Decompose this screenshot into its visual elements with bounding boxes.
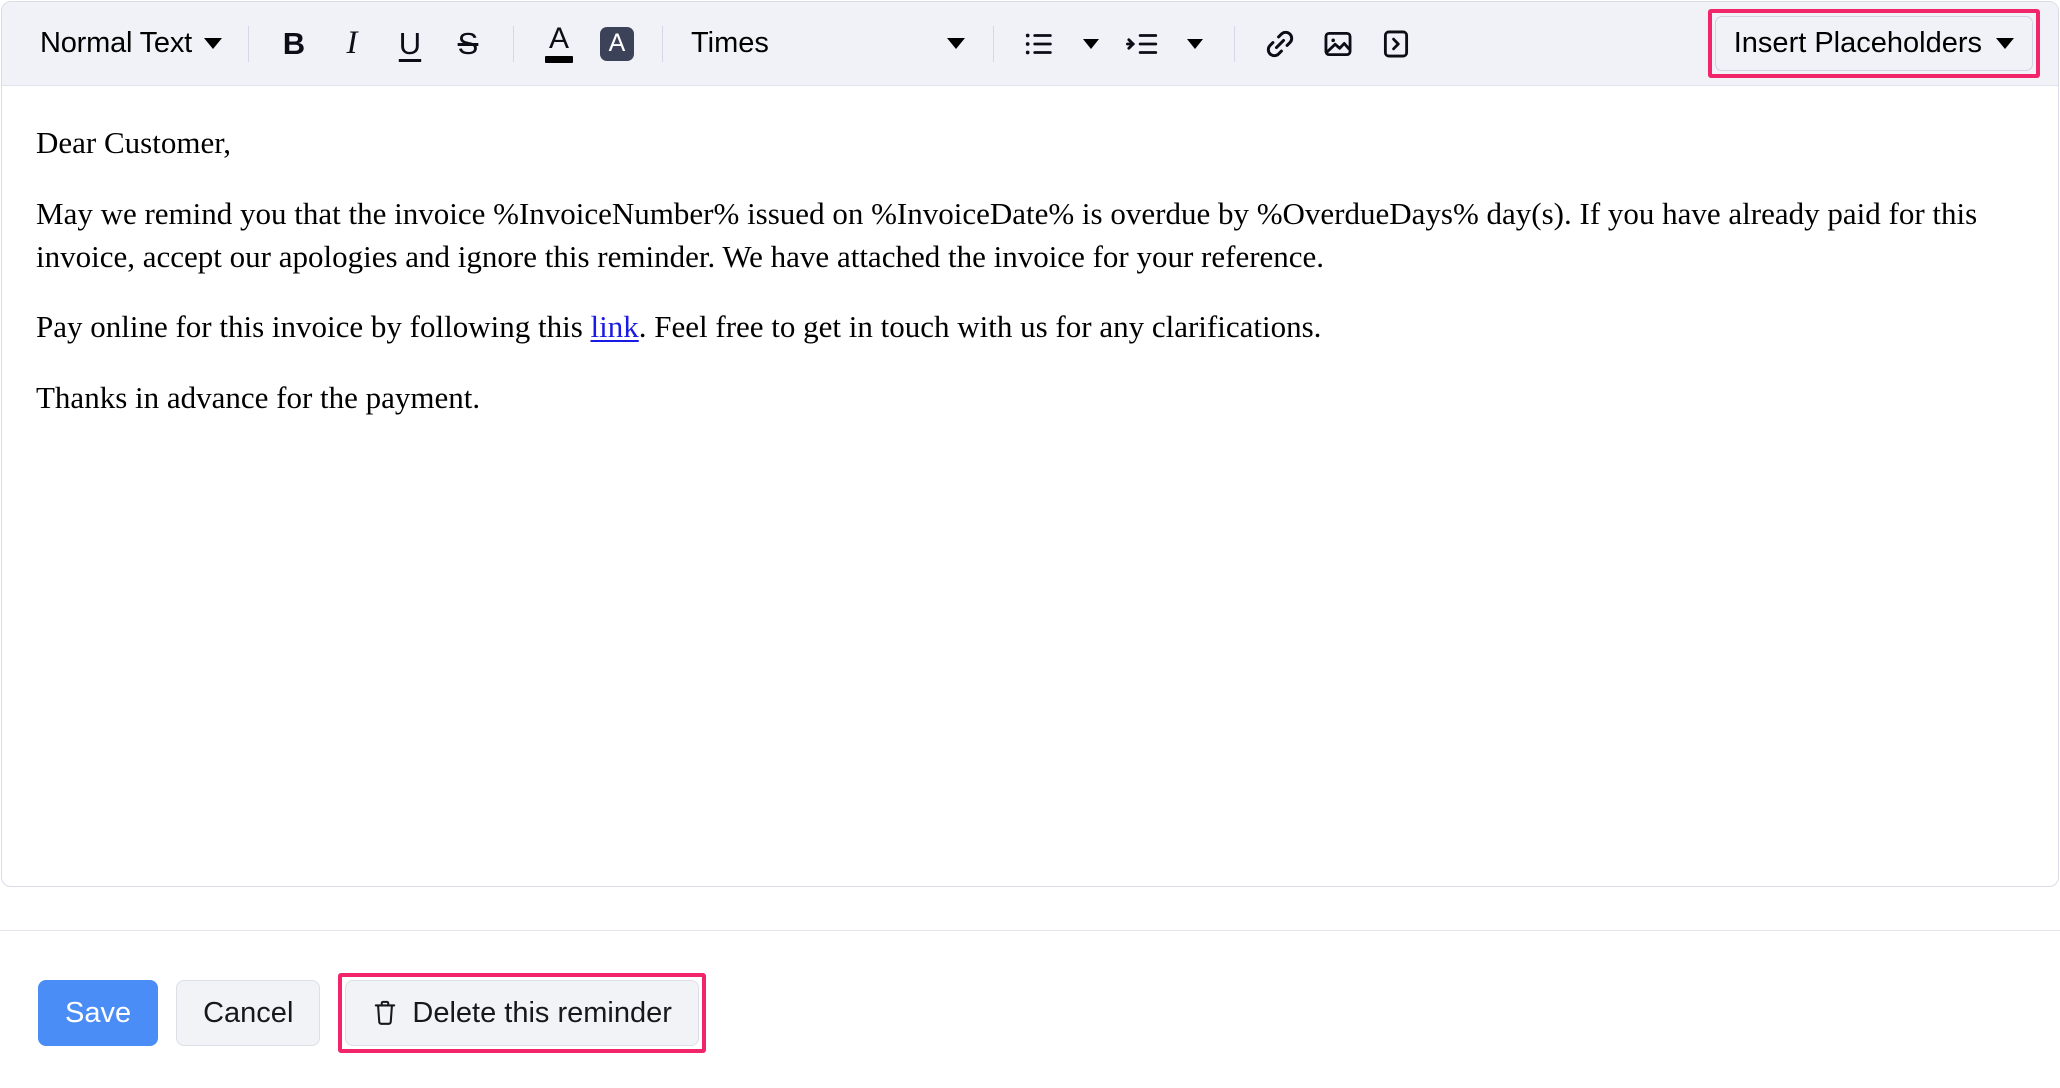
delete-reminder-button[interactable]: Delete this reminder: [345, 980, 699, 1046]
italic-button[interactable]: I: [323, 15, 381, 73]
email-body-editor[interactable]: Dear Customer, May we remind you that th…: [2, 86, 2058, 886]
insert-embed-button[interactable]: [1367, 15, 1425, 73]
toolbar-divider: [248, 26, 249, 62]
text-color-a-icon: A: [542, 25, 576, 63]
paragraph-closing: Thanks in advance for the payment.: [36, 377, 2024, 420]
paragraph-style-value: Normal Text: [40, 27, 192, 60]
embed-code-icon: [1379, 27, 1413, 61]
delete-reminder-label: Delete this reminder: [412, 997, 672, 1030]
highlight-letter: A: [609, 31, 626, 56]
chevron-down-icon: [204, 38, 222, 49]
chevron-down-icon: [947, 38, 965, 49]
image-icon: [1321, 27, 1355, 61]
trash-icon: [372, 998, 398, 1028]
bold-button[interactable]: B: [265, 15, 323, 73]
highlight-color-button[interactable]: A: [588, 15, 646, 73]
toolbar-divider: [513, 26, 514, 62]
chevron-down-icon: [1996, 38, 2014, 49]
font-family-value: Times: [691, 27, 769, 60]
toolbar-divider: [993, 26, 994, 62]
toolbar-divider: [1234, 26, 1235, 62]
text-color-letter: A: [549, 25, 569, 52]
editor-panel: Normal Text B I U S A: [1, 1, 2059, 887]
reminder-email-editor: Normal Text B I U S A: [0, 0, 2060, 1088]
text-color-swatch: [545, 56, 573, 63]
underline-label: U: [399, 28, 421, 59]
action-bar-inner: Save Cancel Delete this reminder: [0, 931, 2060, 1053]
insert-placeholders-highlight: Insert Placeholders: [1708, 9, 2040, 78]
paragraph-pay-online: Pay online for this invoice by following…: [36, 306, 2024, 349]
italic-label: I: [346, 27, 357, 60]
cancel-button-label: Cancel: [203, 997, 293, 1030]
action-bar: Save Cancel Delete this reminder: [0, 930, 2060, 1088]
bulleted-list-icon: [1022, 27, 1056, 61]
bulleted-list-button[interactable]: [1010, 15, 1068, 73]
pay-online-before-link: Pay online for this invoice by following…: [36, 309, 591, 344]
bulleted-list-options-button[interactable]: [1068, 15, 1114, 73]
toolbar-divider: [662, 26, 663, 62]
insert-link-button[interactable]: [1251, 15, 1309, 73]
cancel-button[interactable]: Cancel: [176, 980, 320, 1046]
text-color-button[interactable]: A: [530, 15, 588, 73]
strikethrough-button[interactable]: S: [439, 15, 497, 73]
chevron-down-icon: [1083, 39, 1099, 49]
font-family-dropdown[interactable]: Times: [679, 21, 977, 66]
link-icon: [1263, 27, 1297, 61]
indent-increase-icon: [1126, 27, 1160, 61]
save-button[interactable]: Save: [38, 980, 158, 1046]
paragraph-greeting: Dear Customer,: [36, 122, 2024, 165]
indent-options-button[interactable]: [1172, 15, 1218, 73]
delete-reminder-highlight: Delete this reminder: [338, 973, 706, 1053]
strikethrough-label: S: [458, 28, 479, 59]
bold-label: B: [283, 28, 305, 59]
formatting-toolbar: Normal Text B I U S A: [2, 2, 2058, 86]
insert-placeholders-dropdown[interactable]: Insert Placeholders: [1715, 16, 2033, 71]
pay-online-after-link: . Feel free to get in touch with us for …: [639, 309, 1322, 344]
indent-button[interactable]: [1114, 15, 1172, 73]
highlight-a-icon: A: [600, 27, 634, 61]
paragraph-style-dropdown[interactable]: Normal Text: [30, 21, 232, 66]
insert-placeholders-label: Insert Placeholders: [1734, 27, 1982, 60]
pay-online-link[interactable]: link: [591, 309, 639, 344]
paragraph-overdue-notice: May we remind you that the invoice %Invo…: [36, 193, 2024, 279]
underline-button[interactable]: U: [381, 15, 439, 73]
insert-image-button[interactable]: [1309, 15, 1367, 73]
chevron-down-icon: [1187, 39, 1203, 49]
save-button-label: Save: [65, 997, 131, 1030]
